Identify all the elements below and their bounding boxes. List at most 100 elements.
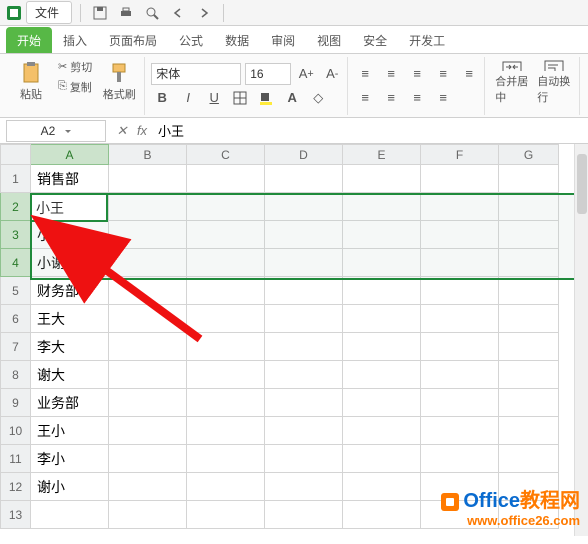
cell[interactable]	[421, 445, 499, 473]
cell[interactable]	[421, 417, 499, 445]
cell[interactable]: 王大	[31, 305, 109, 333]
cell[interactable]	[265, 305, 343, 333]
cell[interactable]	[187, 473, 265, 501]
cell[interactable]	[499, 417, 559, 445]
cell[interactable]	[109, 473, 187, 501]
cell[interactable]	[265, 417, 343, 445]
cell[interactable]	[187, 165, 265, 193]
cell[interactable]	[499, 361, 559, 389]
cut-button[interactable]: ✂剪切	[54, 57, 96, 77]
redo-icon[interactable]	[193, 3, 215, 23]
tab-data[interactable]: 数据	[214, 27, 260, 53]
scrollbar-thumb[interactable]	[577, 154, 587, 214]
cell[interactable]	[343, 473, 421, 501]
cell[interactable]: 销售部	[31, 165, 109, 193]
italic-icon[interactable]: I	[177, 87, 199, 109]
row-header[interactable]: 5	[1, 277, 31, 305]
tab-insert[interactable]: 插入	[52, 27, 98, 53]
cell[interactable]	[265, 389, 343, 417]
cell[interactable]	[265, 165, 343, 193]
cell[interactable]	[265, 277, 343, 305]
cell[interactable]	[109, 165, 187, 193]
align-center-icon[interactable]: ≡	[380, 87, 402, 109]
tab-page-layout[interactable]: 页面布局	[98, 27, 168, 53]
cell[interactable]	[109, 333, 187, 361]
row-header[interactable]: 10	[1, 417, 31, 445]
cell[interactable]: 业务部	[31, 389, 109, 417]
vertical-scrollbar[interactable]	[574, 144, 588, 536]
cell[interactable]	[109, 445, 187, 473]
spreadsheet-grid[interactable]: A B C D E F G 1销售部2小王3小李4小谢5财务部6王大7李大8谢大…	[0, 144, 588, 529]
cell[interactable]	[499, 277, 559, 305]
cell[interactable]	[421, 333, 499, 361]
cell[interactable]	[187, 361, 265, 389]
col-header-B[interactable]: B	[109, 145, 187, 165]
col-header-G[interactable]: G	[499, 145, 559, 165]
active-cell[interactable]: 小王	[30, 193, 108, 222]
cell[interactable]	[109, 305, 187, 333]
row-header[interactable]: 2	[1, 193, 31, 221]
cell[interactable]	[343, 417, 421, 445]
cell[interactable]: 财务部	[31, 277, 109, 305]
tab-security[interactable]: 安全	[352, 27, 398, 53]
fill-color-icon[interactable]	[255, 87, 277, 109]
save-icon[interactable]	[89, 3, 111, 23]
tab-formulas[interactable]: 公式	[168, 27, 214, 53]
fx-icon[interactable]: fx	[132, 123, 152, 138]
col-header-E[interactable]: E	[343, 145, 421, 165]
row-header[interactable]: 3	[1, 221, 31, 249]
indent-increase-icon[interactable]: ≡	[458, 63, 480, 85]
decrease-font-icon[interactable]: A-	[321, 63, 343, 85]
cell[interactable]	[499, 445, 559, 473]
align-middle-icon[interactable]: ≡	[380, 63, 402, 85]
cell[interactable]	[109, 389, 187, 417]
col-header-C[interactable]: C	[187, 145, 265, 165]
cell[interactable]	[343, 333, 421, 361]
tab-home[interactable]: 开始	[6, 27, 52, 53]
col-header-F[interactable]: F	[421, 145, 499, 165]
cell[interactable]	[265, 333, 343, 361]
cell[interactable]	[265, 361, 343, 389]
undo-icon[interactable]	[167, 3, 189, 23]
border-icon[interactable]	[229, 87, 251, 109]
col-header-D[interactable]: D	[265, 145, 343, 165]
align-right-icon[interactable]: ≡	[406, 87, 428, 109]
align-left-icon[interactable]: ≡	[354, 87, 376, 109]
cell[interactable]	[343, 165, 421, 193]
format-painter-button[interactable]: 格式刷	[98, 57, 140, 107]
cell[interactable]	[265, 501, 343, 529]
cell[interactable]	[499, 389, 559, 417]
font-size-select[interactable]: 16	[245, 63, 291, 85]
cell[interactable]	[109, 277, 187, 305]
name-box[interactable]: A2	[6, 120, 106, 142]
font-color-icon[interactable]: A	[281, 87, 303, 109]
cell[interactable]	[499, 165, 559, 193]
cell[interactable]: 李小	[31, 445, 109, 473]
increase-font-icon[interactable]: A+	[295, 63, 317, 85]
cell[interactable]	[421, 305, 499, 333]
cell[interactable]	[343, 389, 421, 417]
cancel-icon[interactable]: ✕	[112, 123, 132, 139]
cell[interactable]	[499, 333, 559, 361]
font-name-select[interactable]: 宋体	[151, 63, 241, 85]
cell[interactable]	[421, 277, 499, 305]
cell[interactable]	[421, 389, 499, 417]
cell[interactable]: 谢小	[31, 473, 109, 501]
cell[interactable]	[265, 473, 343, 501]
row-header[interactable]: 11	[1, 445, 31, 473]
cell[interactable]	[421, 165, 499, 193]
file-menu-button[interactable]: 文件	[26, 1, 72, 24]
print-icon[interactable]	[115, 3, 137, 23]
cell[interactable]	[343, 305, 421, 333]
cell[interactable]	[187, 333, 265, 361]
row-header[interactable]: 4	[1, 249, 31, 277]
row-header[interactable]: 8	[1, 361, 31, 389]
paste-button[interactable]: 粘贴	[10, 57, 52, 107]
cell[interactable]	[265, 445, 343, 473]
align-top-icon[interactable]: ≡	[354, 63, 376, 85]
cell[interactable]	[187, 305, 265, 333]
select-all-corner[interactable]	[1, 145, 31, 165]
cell[interactable]	[343, 501, 421, 529]
justify-icon[interactable]: ≡	[432, 87, 454, 109]
row-header[interactable]: 13	[1, 501, 31, 529]
